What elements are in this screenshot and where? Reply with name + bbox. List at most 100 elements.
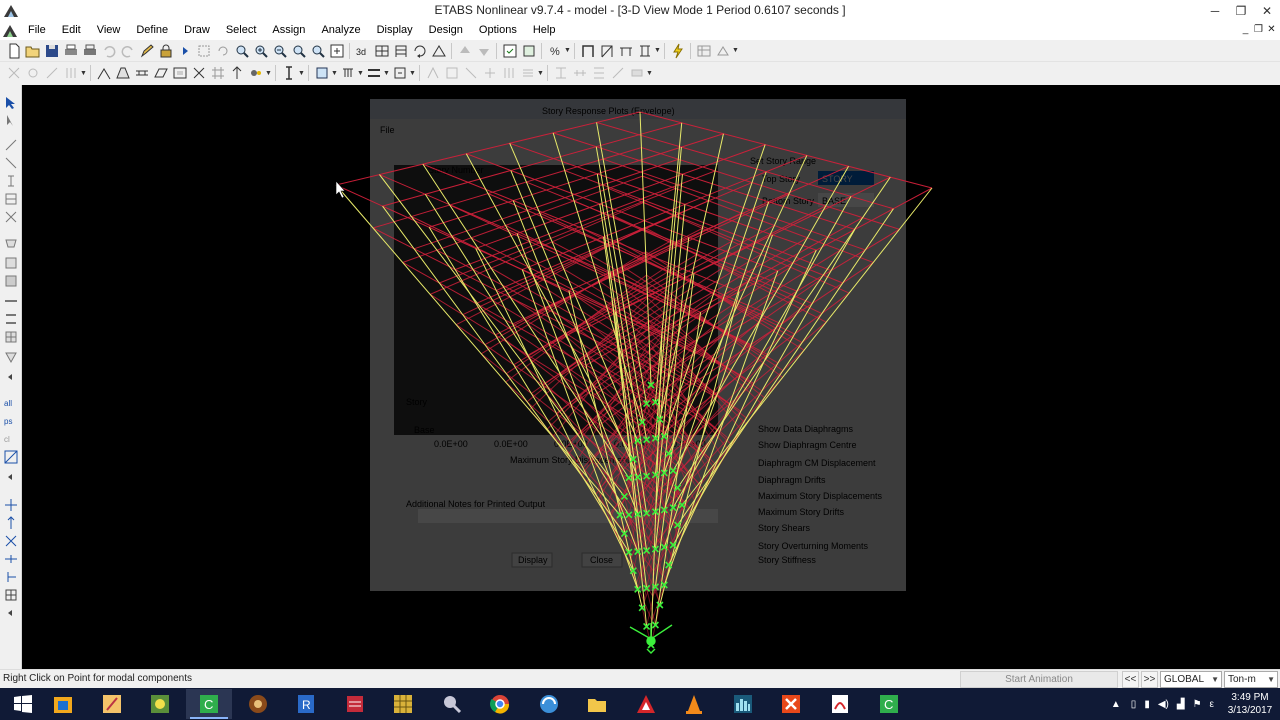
3d-view-button[interactable]: 3d [354,42,372,60]
minimize-button[interactable]: ─ [1202,0,1228,21]
draw-area-sidebar-button[interactable] [3,235,19,251]
display-stresses-button[interactable] [500,64,518,82]
menu-file[interactable]: File [20,21,54,40]
print-tables-button[interactable] [81,42,99,60]
section-cut-button[interactable] [280,64,298,82]
taskbar-app-x[interactable] [768,689,814,719]
draw-quick-area-button[interactable] [3,273,19,289]
units-select[interactable]: Ton-m ▼ [1224,671,1278,688]
menu-select[interactable]: Select [218,21,265,40]
assign-properties-button[interactable] [365,64,383,82]
design-walls-button[interactable] [590,64,608,82]
taskbar-app-skyline[interactable] [720,689,766,719]
reshape-button[interactable] [3,113,19,129]
draw-wall-stack-button[interactable] [3,329,19,345]
collapse-button[interactable] [3,369,19,385]
draw-frame-button[interactable] [579,42,597,60]
show-tables-button[interactable] [695,42,713,60]
maximize-button[interactable]: ❐ [1228,0,1254,21]
snap-end-sidebar-button[interactable] [3,515,19,531]
taskbar-app-swirl[interactable] [526,689,572,719]
snap-intersect-button[interactable] [43,64,61,82]
close-button[interactable]: ✕ [1254,0,1280,21]
display-energy-button[interactable] [519,64,537,82]
document-icon[interactable] [2,24,18,38]
draw-dimension-button[interactable] [228,64,246,82]
taskbar-app-tool[interactable] [429,689,475,719]
draw-reference-button[interactable] [247,64,265,82]
rotate-3d-button[interactable] [411,42,429,60]
zoom-previous-button[interactable] [309,42,327,60]
taskbar-app-grid[interactable] [380,689,426,719]
draw-brace-button[interactable] [598,42,616,60]
model-3d-view[interactable]: Story Response Plots (Envelope) File Sto… [22,85,1280,669]
taskbar-app-ornament[interactable] [235,689,281,719]
elevation-view-button[interactable] [392,42,410,60]
snap-points-button[interactable] [5,64,23,82]
tray-wifi-icon[interactable]: ▟ [1177,699,1185,710]
draw-link-button[interactable] [190,64,208,82]
design-frames-button[interactable] [552,64,570,82]
clear-selection-button[interactable]: cl [3,431,19,447]
dropdown-arrow-icon[interactable]: ▼ [383,70,390,77]
design-composite-button[interactable] [609,64,627,82]
collapse-button-2[interactable] [3,469,19,485]
taskbar-clock[interactable]: 3:49 PM 3/13/2017 [1220,691,1280,717]
snap-grid-button[interactable] [62,64,80,82]
show-forces-button[interactable] [714,42,732,60]
tray-language[interactable]: ε [1210,699,1214,710]
menu-define[interactable]: Define [128,21,176,40]
draw-line-button[interactable] [95,64,113,82]
taskbar-chrome[interactable] [477,689,523,719]
draw-point-button[interactable] [3,137,19,153]
draw-opening-sidebar-button[interactable] [3,349,19,365]
snap-middle-sidebar-button[interactable] [3,533,19,549]
undo-view-button[interactable] [214,42,232,60]
draw-opening-button[interactable] [171,64,189,82]
dropdown-arrow-icon[interactable]: ▼ [80,70,87,77]
taskbar-revit[interactable]: R [283,689,329,719]
new-model-button[interactable] [5,42,23,60]
draw-rect-area-button[interactable] [3,255,19,271]
taskbar-vlc[interactable] [671,689,717,719]
menu-options[interactable]: Options [471,21,525,40]
undo-button[interactable] [100,42,118,60]
intersecting-line-button[interactable] [3,449,19,465]
print-graphics-button[interactable] [62,42,80,60]
dropdown-arrow-icon[interactable]: ▼ [357,70,364,77]
taskbar-etabs[interactable]: C [186,689,232,719]
display-deformed-button[interactable] [443,64,461,82]
tray-expand-icon[interactable]: ▲ [1111,699,1121,710]
set-display-options-button[interactable] [501,42,519,60]
snap-intersection-sidebar-button[interactable] [3,551,19,567]
collapse-button-3[interactable] [3,605,19,621]
dropdown-arrow-icon[interactable]: ▼ [298,70,305,77]
lock-button[interactable] [157,42,175,60]
move-up-button[interactable] [456,42,474,60]
menu-draw[interactable]: Draw [176,21,218,40]
lock-view-button[interactable] [195,42,213,60]
refresh-button[interactable] [138,42,156,60]
taskbar-app-cube[interactable] [332,689,378,719]
draw-beam-button[interactable] [617,42,635,60]
redo-button[interactable] [119,42,137,60]
zoom-in-button[interactable] [252,42,270,60]
tray-battery-icon[interactable]: ▯ [1131,699,1137,710]
draw-column-button[interactable] [636,42,654,60]
menu-edit[interactable]: Edit [54,21,89,40]
tray-network-icon[interactable]: ▮ [1144,699,1150,710]
display-forces-button[interactable] [481,64,499,82]
taskbar-acrobat[interactable] [817,689,863,719]
dropdown-arrow-icon[interactable]: ▼ [732,47,739,54]
tray-volume-icon[interactable]: ◀) [1158,699,1169,710]
dropdown-arrow-icon[interactable]: ▼ [564,47,571,54]
move-down-button[interactable] [475,42,493,60]
run-analysis-button[interactable] [176,42,194,60]
assign-button[interactable] [520,42,538,60]
taskbar-autocad[interactable] [623,689,669,719]
zoom-out-button[interactable] [271,42,289,60]
display-mode-button[interactable] [462,64,480,82]
pan-button[interactable] [328,42,346,60]
zoom-full-button[interactable] [290,42,308,60]
menu-view[interactable]: View [89,21,129,40]
